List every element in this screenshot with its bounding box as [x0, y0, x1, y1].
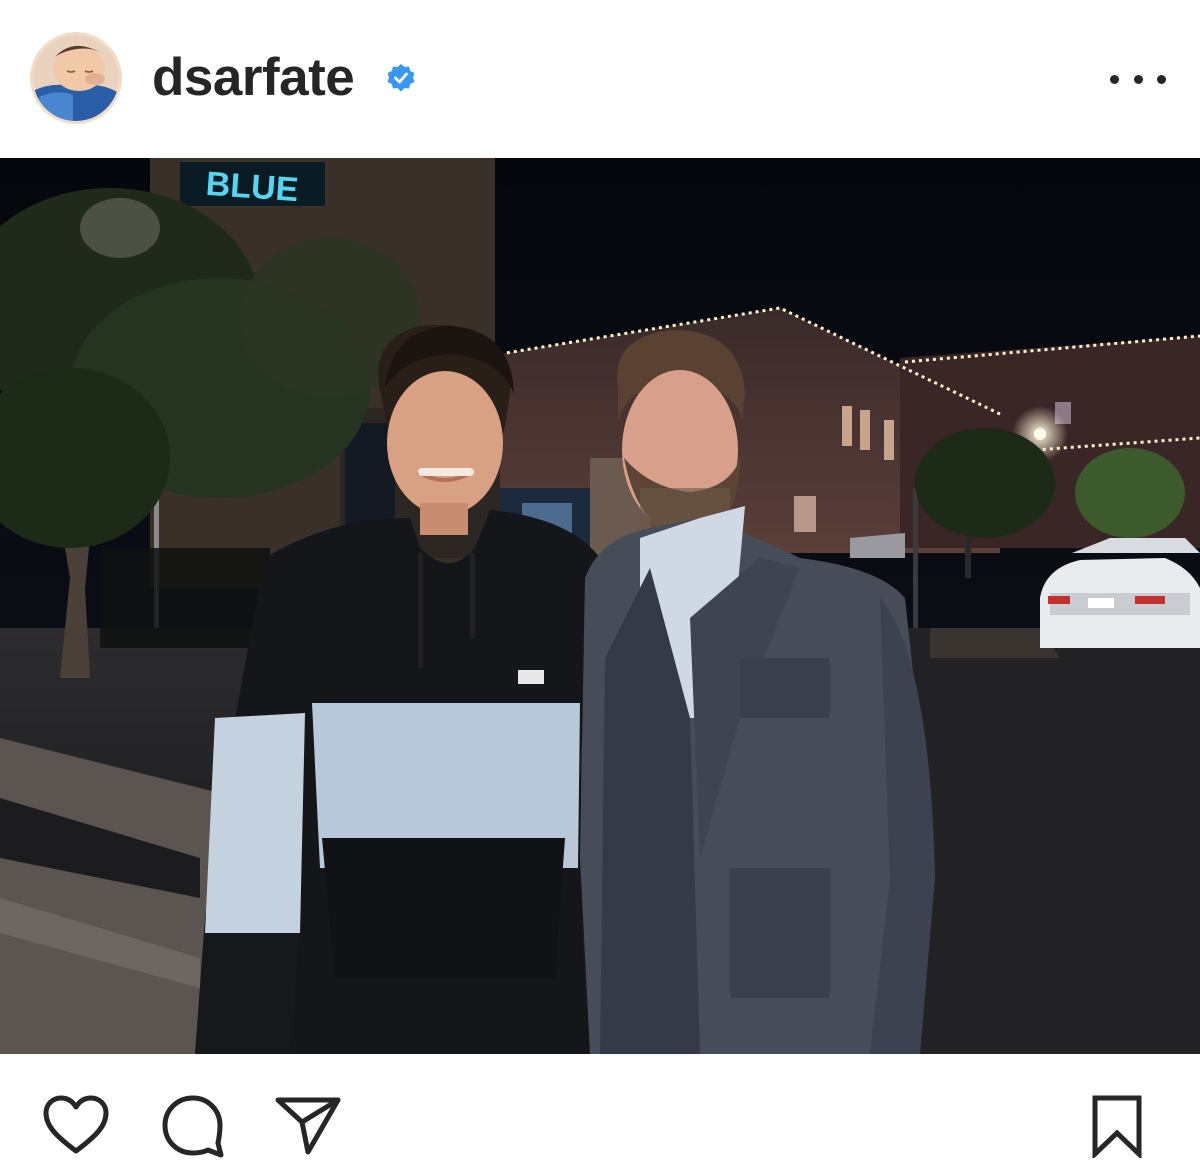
neon-sign: BLUE — [180, 162, 325, 209]
neon-sign-text: BLUE — [205, 165, 300, 209]
verified-badge-icon — [386, 63, 416, 93]
comment-icon[interactable] — [160, 1094, 224, 1158]
post-header: dsarfate — [0, 0, 1200, 158]
more-options-icon[interactable] — [1110, 62, 1166, 96]
profile-avatar[interactable] — [30, 32, 122, 124]
bookmark-icon[interactable] — [1090, 1094, 1144, 1158]
heart-icon[interactable] — [42, 1094, 110, 1156]
action-bar — [0, 1054, 1200, 1170]
send-icon[interactable] — [274, 1094, 342, 1156]
username[interactable]: dsarfate — [152, 48, 355, 108]
more-dot — [1110, 74, 1119, 84]
more-dot — [1157, 74, 1166, 84]
instagram-post: dsarfate BLUE — [0, 0, 1200, 1170]
post-photo[interactable]: BLUE — [0, 158, 1200, 1054]
more-dot — [1133, 74, 1143, 84]
